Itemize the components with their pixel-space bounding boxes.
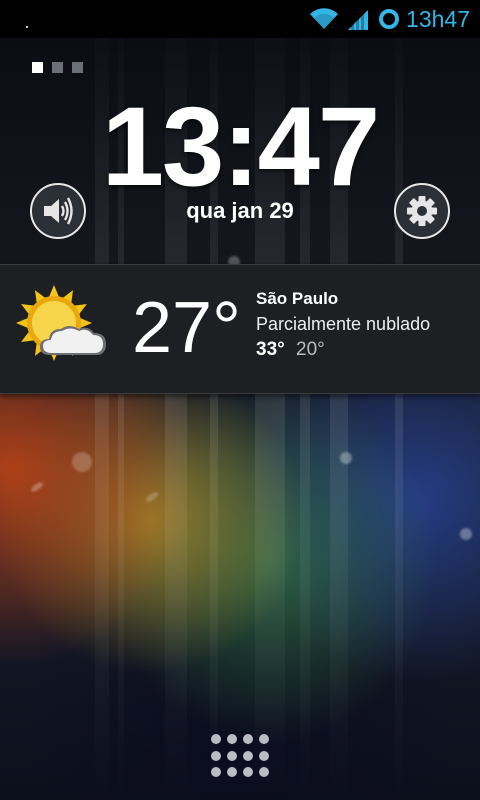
drawer-dot <box>227 767 237 778</box>
status-time: 13h47 <box>406 5 470 32</box>
drawer-dot <box>243 767 253 778</box>
signal-icon <box>346 8 369 30</box>
drawer-dot <box>227 750 237 761</box>
drawer-dot <box>259 734 269 744</box>
weather-high-low: 33° 20° <box>256 339 325 361</box>
app-drawer-icon[interactable] <box>211 734 269 778</box>
partly-cloudy-icon <box>14 285 110 371</box>
page-dot-2[interactable] <box>52 62 63 73</box>
page-dot-3[interactable] <box>72 62 83 73</box>
weather-city: São Paulo <box>256 289 339 308</box>
weather-temperature: 27° <box>132 288 241 368</box>
drawer-dot <box>211 767 221 778</box>
settings-button[interactable] <box>394 183 450 239</box>
drawer-dot <box>227 734 237 744</box>
drawer-dot <box>243 734 253 744</box>
gear-icon <box>405 194 439 228</box>
page-dot-1[interactable] <box>32 62 43 73</box>
drawer-dot <box>243 750 253 761</box>
drawer-dot <box>211 734 221 744</box>
volume-button[interactable] <box>30 183 86 239</box>
weather-widget[interactable]: 27° São Paulo Parcialmente nublado 33° 2… <box>0 264 480 394</box>
drawer-dot <box>259 767 269 778</box>
status-bar: 13h47 <box>0 0 480 38</box>
notification-dot <box>26 26 28 28</box>
speaker-icon <box>40 194 76 228</box>
drawer-dot <box>211 750 221 761</box>
weather-low: 20° <box>296 339 325 360</box>
weather-condition: Parcialmente nublado <box>256 314 431 334</box>
weather-high: 33° <box>256 339 285 360</box>
page-indicator <box>32 62 83 73</box>
wifi-icon <box>308 7 340 31</box>
drawer-dot <box>259 750 269 761</box>
sync-icon <box>378 8 400 30</box>
